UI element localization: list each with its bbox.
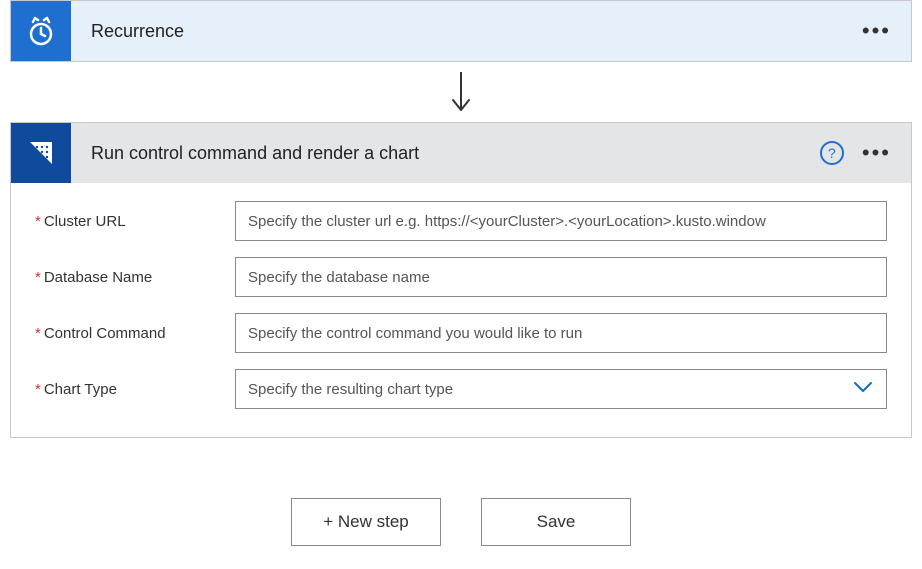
row-database-name: *Database Name [35, 257, 887, 297]
label-control-command-text: Control Command [44, 325, 166, 342]
row-cluster-url: *Cluster URL [35, 201, 887, 241]
save-button[interactable]: Save [481, 498, 631, 546]
recurrence-menu-icon[interactable]: ••• [862, 20, 891, 42]
kusto-title: Run control command and render a chart [71, 143, 820, 164]
kusto-form: *Cluster URL *Database Name *Control Com… [11, 183, 911, 437]
recurrence-title: Recurrence [71, 21, 862, 42]
label-database-name: *Database Name [35, 269, 235, 286]
input-database-name[interactable] [235, 257, 887, 297]
row-chart-type: *Chart Type Specify the resulting chart … [35, 369, 887, 409]
kusto-header[interactable]: Run control command and render a chart ?… [11, 123, 911, 183]
label-cluster-url-text: Cluster URL [44, 213, 126, 230]
help-icon[interactable]: ? [820, 141, 844, 165]
new-step-button[interactable]: + New step [291, 498, 441, 546]
select-chart-type-placeholder: Specify the resulting chart type [248, 381, 453, 398]
label-chart-type: *Chart Type [35, 381, 235, 398]
label-cluster-url: *Cluster URL [35, 213, 235, 230]
input-cluster-url[interactable] [235, 201, 887, 241]
recurrence-header[interactable]: Recurrence ••• [11, 1, 911, 61]
row-control-command: *Control Command [35, 313, 887, 353]
label-chart-type-text: Chart Type [44, 381, 117, 398]
kusto-card: Run control command and render a chart ?… [10, 122, 912, 438]
input-control-command[interactable] [235, 313, 887, 353]
kusto-icon [11, 123, 71, 183]
label-database-name-text: Database Name [44, 269, 152, 286]
label-control-command: *Control Command [35, 325, 235, 342]
kusto-menu-icon[interactable]: ••• [862, 142, 891, 164]
recurrence-card: Recurrence ••• [10, 0, 912, 62]
recurrence-icon [11, 1, 71, 61]
arrow-connector [0, 62, 922, 122]
select-chart-type[interactable]: Specify the resulting chart type [235, 369, 887, 409]
action-row: + New step Save [0, 498, 922, 546]
